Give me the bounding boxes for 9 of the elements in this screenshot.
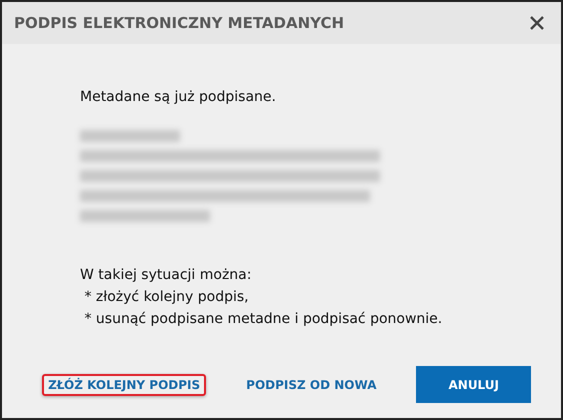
option-text: * usunąć podpisane metadne i podpisać ponownie. (83, 310, 444, 329)
option-text: * złożyć kolejny podpis, (83, 288, 250, 307)
action-link[interactable]: ZŁÓŻ KOLEJNY PODPIS (42, 374, 206, 396)
dialog-title: PODPIS ELEKTRONICZNY METADANYCH (14, 14, 344, 32)
action-link[interactable]: PODPISZ OD NOWA (240, 366, 382, 403)
options-intro: W takiej sytuacji można: (80, 266, 252, 285)
cancel-button[interactable]: ANULUJ (416, 366, 531, 403)
close-icon (529, 15, 545, 31)
message-text: Metadane są już podpisane. (80, 88, 277, 107)
